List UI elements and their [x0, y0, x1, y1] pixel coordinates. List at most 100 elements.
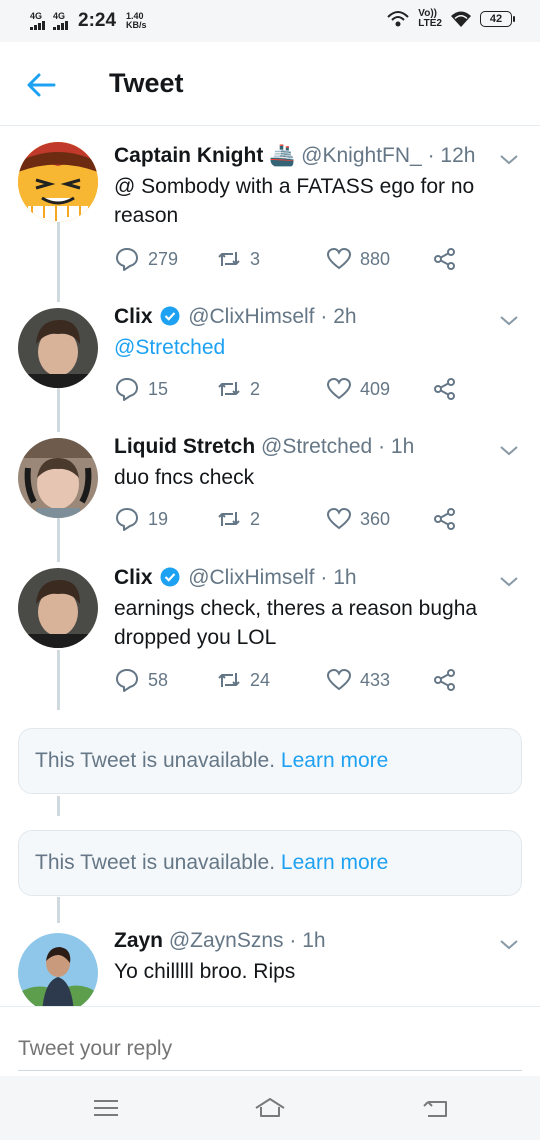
volte-indicator: Vo)) LTE2: [418, 8, 442, 29]
author-name[interactable]: Captain Knight: [114, 144, 263, 167]
tweet-actions: 19 2 360: [114, 506, 474, 536]
chevron-down-icon[interactable]: [498, 148, 520, 170]
tweet-time: · 12h: [427, 144, 476, 167]
retweet-icon: [218, 382, 240, 396]
author-name[interactable]: Clix: [114, 566, 153, 589]
tweet-time: · 2h: [320, 305, 357, 328]
retweet-count: 3: [250, 248, 261, 269]
heart-icon: [326, 507, 352, 530]
like-count: 880: [360, 248, 391, 269]
author-handle[interactable]: @ClixHimself: [188, 305, 314, 328]
status-bar: 4G 4G 2:24 1.40 KB/s Vo)) LTE2 42: [0, 0, 540, 42]
retweet-action[interactable]: 2: [216, 506, 260, 532]
reply-action[interactable]: 279: [114, 246, 178, 272]
mention-link[interactable]: @Stretched: [114, 336, 225, 359]
author-name[interactable]: Clix: [114, 305, 153, 328]
tweet-header: Captain Knight 🚢 @KnightFN_ · 12h: [114, 142, 494, 170]
reply-action[interactable]: 58: [114, 667, 168, 693]
author-handle[interactable]: @KnightFN_: [301, 144, 422, 167]
tweet-header: Clix @ClixHimself · 1h: [114, 564, 494, 592]
share-action[interactable]: [432, 246, 458, 272]
learn-more-link[interactable]: Learn more: [281, 749, 388, 772]
system-nav-bar: [0, 1076, 540, 1140]
reply-count: 19: [148, 508, 169, 529]
tweet[interactable]: Clix @ClixHimself · 1h earnings check, t…: [0, 564, 540, 704]
home-icon[interactable]: [254, 1094, 286, 1122]
app-header: Tweet: [0, 42, 540, 126]
arrow-left-icon[interactable]: [24, 68, 58, 102]
tweet-text: earnings check, theres a reason bugha dr…: [114, 597, 478, 649]
menu-icon[interactable]: [90, 1094, 122, 1122]
tweet[interactable]: Clix @ClixHimself · 2h @Stretched 15 2 4…: [0, 303, 540, 423]
retweet-action[interactable]: 3: [216, 246, 260, 272]
status-time: 2:24: [78, 10, 117, 31]
unavailable-tweet: This Tweet is unavailable. Learn more: [18, 830, 522, 896]
author-name[interactable]: Zayn: [114, 929, 163, 952]
share-action[interactable]: [432, 376, 458, 402]
avatar[interactable]: [18, 568, 98, 648]
tweet-time: · 1h: [320, 566, 357, 589]
ship-emoji: 🚢: [269, 144, 296, 167]
back-nav-icon[interactable]: [420, 1094, 452, 1122]
chevron-down-icon[interactable]: [498, 309, 520, 331]
avatar[interactable]: [18, 142, 98, 222]
learn-more-link[interactable]: Learn more: [281, 851, 388, 874]
share-icon: [434, 378, 455, 400]
reply-icon: [116, 669, 138, 692]
retweet-count: 2: [250, 508, 261, 529]
reply-count: 58: [148, 669, 169, 690]
retweet-count: 24: [250, 669, 271, 690]
reply-action[interactable]: 15: [114, 376, 168, 402]
tweet-time: · 1h: [289, 929, 326, 952]
unavailable-tweet: This Tweet is unavailable. Learn more: [18, 728, 522, 794]
avatar[interactable]: [18, 933, 98, 1006]
like-count: 433: [360, 669, 391, 690]
network-speed: 1.40 KB/s: [126, 11, 147, 30]
unavailable-text: This Tweet is unavailable.: [35, 749, 276, 772]
author-name[interactable]: Liquid Stretch: [114, 435, 255, 458]
author-handle[interactable]: @Stretched: [261, 435, 372, 458]
share-icon: [434, 669, 455, 691]
author-handle[interactable]: @ClixHimself: [188, 566, 314, 589]
share-action[interactable]: [432, 506, 458, 532]
chevron-down-icon[interactable]: [498, 570, 520, 592]
tweet-text: duo fncs check: [114, 466, 255, 489]
heart-icon: [326, 668, 352, 691]
like-action[interactable]: 880: [326, 246, 390, 272]
retweet-icon: [218, 673, 240, 687]
tweet-header: Zayn @ZaynSzns · 1h: [114, 927, 494, 955]
retweet-action[interactable]: 24: [216, 667, 270, 693]
thread-line: [57, 897, 60, 923]
tweet-header: Liquid Stretch @Stretched · 1h: [114, 433, 494, 461]
share-icon: [434, 508, 455, 530]
tweet-header: Clix @ClixHimself · 2h: [114, 303, 494, 331]
like-action[interactable]: 433: [326, 667, 390, 693]
tweet-actions: 279 3 880: [114, 246, 474, 276]
share-action[interactable]: [432, 667, 458, 693]
like-action[interactable]: 360: [326, 506, 390, 532]
like-action[interactable]: 409: [326, 376, 390, 402]
avatar[interactable]: [18, 308, 98, 388]
tweet-actions: 15 2 409: [114, 376, 474, 406]
chevron-down-icon[interactable]: [498, 439, 520, 461]
tweet[interactable]: Captain Knight 🚢 @KnightFN_ · 12h @ Somb…: [0, 142, 540, 292]
retweet-icon: [218, 252, 240, 266]
tweet[interactable]: Zayn @ZaynSzns · 1h Yo chilllll broo. Ri…: [0, 927, 540, 1006]
hotspot-icon: [387, 11, 409, 27]
retweet-icon: [218, 512, 240, 526]
reply-icon: [116, 378, 138, 401]
tweet-time: · 1h: [378, 435, 415, 458]
tweet-text: @Stretched: [114, 333, 510, 362]
retweet-action[interactable]: 2: [216, 376, 260, 402]
author-handle[interactable]: @ZaynSzns: [169, 929, 284, 952]
thread-line: [57, 796, 60, 816]
reply-input[interactable]: [18, 1027, 522, 1071]
share-icon: [434, 248, 455, 270]
like-count: 360: [360, 508, 391, 529]
reply-icon: [116, 508, 138, 531]
signal-sim2-icon: 4G: [53, 12, 68, 30]
avatar[interactable]: [18, 438, 98, 518]
tweet[interactable]: Liquid Stretch @Stretched · 1h duo fncs …: [0, 433, 540, 553]
reply-action[interactable]: 19: [114, 506, 168, 532]
chevron-down-icon[interactable]: [498, 933, 520, 955]
